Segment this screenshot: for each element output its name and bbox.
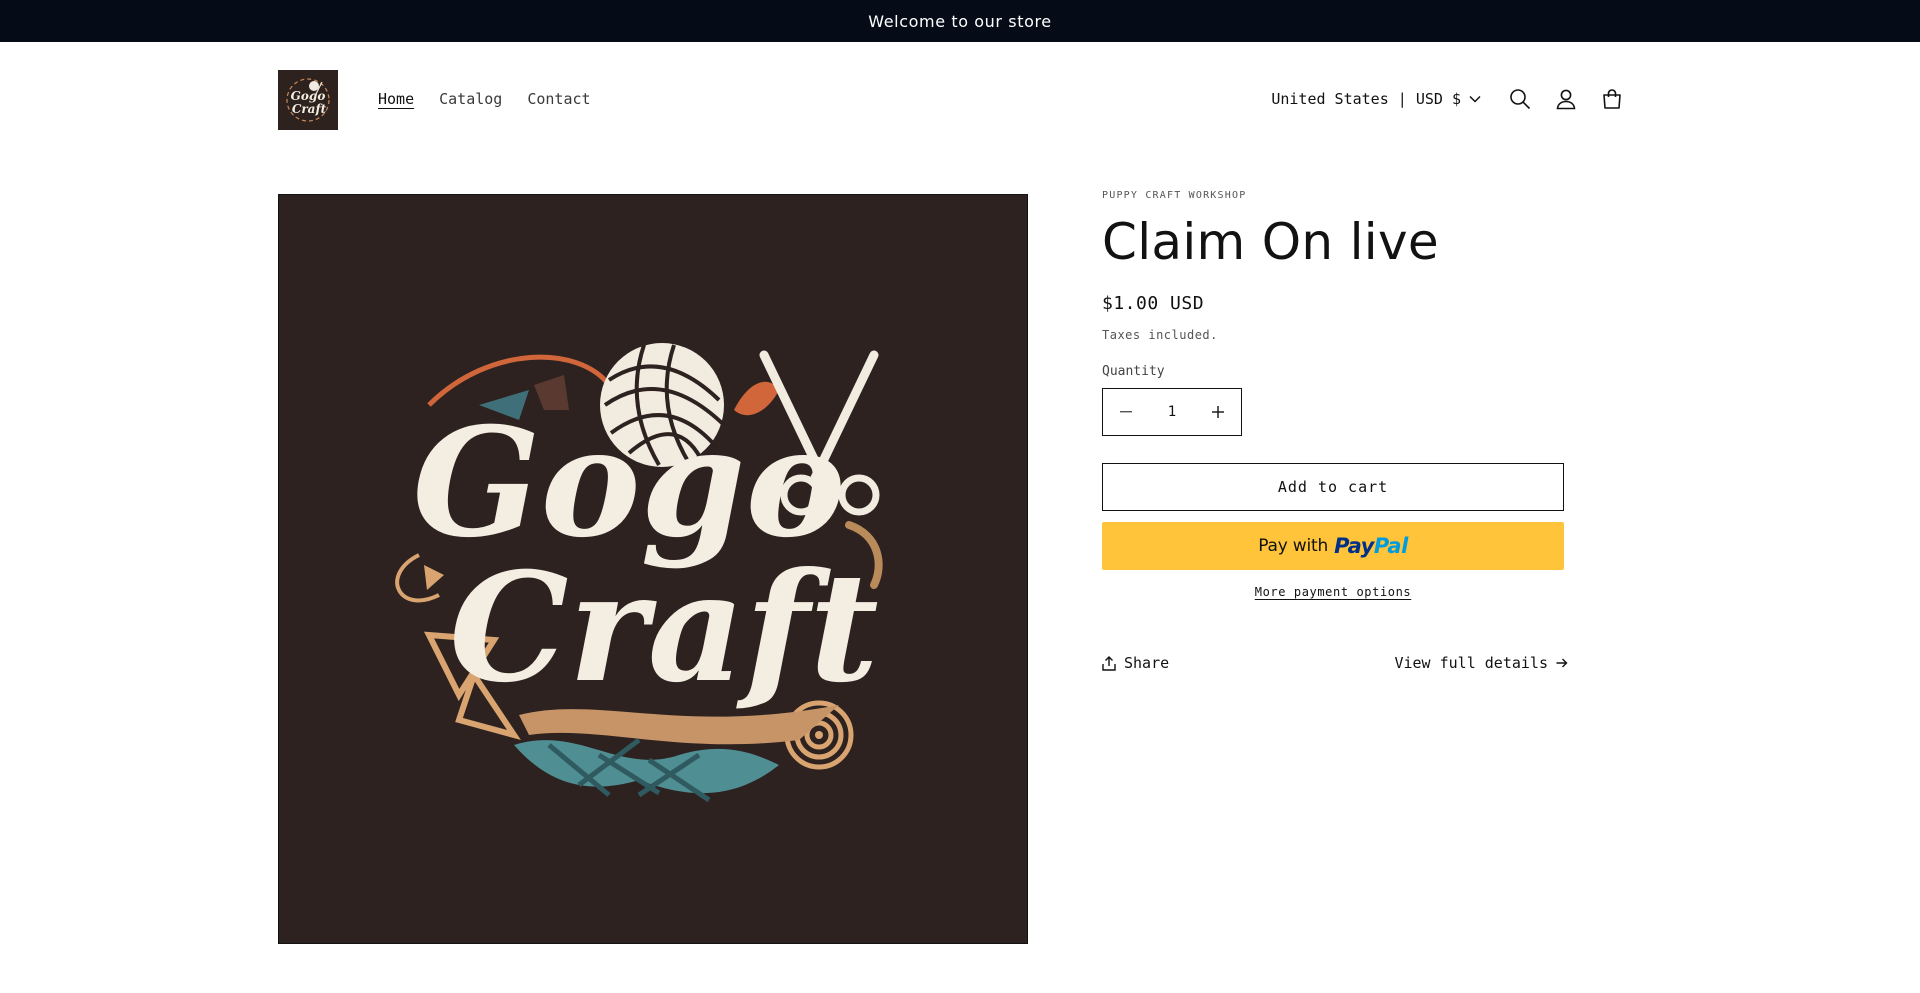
- share-label: Share: [1124, 654, 1170, 672]
- logo-graphic: Gogo Craft: [286, 78, 330, 122]
- main-nav: Home Catalog Contact: [378, 90, 591, 108]
- quantity-label: Quantity: [1102, 364, 1165, 379]
- paypal-logo: PayPal: [1334, 534, 1408, 558]
- quantity-input[interactable]: [1150, 403, 1194, 421]
- paypal-logo-pal: Pal: [1373, 534, 1408, 558]
- product-image[interactable]: Gogo Craft: [278, 194, 1028, 944]
- add-to-cart-button[interactable]: Add to cart: [1102, 463, 1564, 511]
- add-to-cart-label: Add to cart: [1277, 478, 1389, 496]
- nav-home[interactable]: Home: [378, 90, 414, 108]
- cart-icon: [1603, 89, 1621, 109]
- site-header: Gogo Craft Home Catalog Contact United S…: [0, 42, 1920, 157]
- account-icon: [1556, 89, 1576, 110]
- paypal-button[interactable]: Pay with PayPal: [1102, 522, 1564, 570]
- announcement-text: Welcome to our store: [868, 11, 1052, 31]
- store-logo[interactable]: Gogo Craft: [278, 70, 338, 130]
- product-title: Claim On live: [1102, 213, 1439, 271]
- logo-text-top: Gogo: [291, 89, 326, 103]
- product-info: PUPPY CRAFT WORKSHOP Claim On live $1.00…: [1102, 190, 1568, 672]
- nav-catalog[interactable]: Catalog: [439, 90, 502, 108]
- arrow-right-icon: [1556, 658, 1568, 668]
- search-icon: [1510, 89, 1531, 110]
- country-selector[interactable]: United States | USD $: [1271, 90, 1481, 108]
- product-actions-row: Share View full details: [1102, 654, 1568, 672]
- nav-contact[interactable]: Contact: [527, 90, 590, 108]
- view-full-details-label: View full details: [1394, 654, 1548, 672]
- share-icon: [1102, 655, 1116, 671]
- share-button[interactable]: Share: [1102, 654, 1169, 672]
- header-actions: United States | USD $: [1271, 76, 1635, 122]
- quantity-stepper: [1102, 388, 1242, 436]
- plus-icon: [1212, 406, 1224, 418]
- view-full-details-link[interactable]: View full details: [1394, 654, 1568, 672]
- tax-note: Taxes included.: [1102, 328, 1218, 342]
- gogo-craft-logo-image: Gogo Craft: [279, 195, 1027, 943]
- logo-text-bottom: Craft: [292, 102, 327, 116]
- more-payment-options-link[interactable]: More payment options: [1102, 585, 1564, 599]
- country-selector-label: United States | USD $: [1271, 90, 1461, 108]
- announcement-bar: Welcome to our store: [0, 0, 1920, 42]
- minus-icon: [1120, 411, 1132, 413]
- quantity-decrease-button[interactable]: [1103, 389, 1149, 435]
- search-button[interactable]: [1497, 76, 1543, 122]
- product-price: $1.00 USD: [1102, 293, 1205, 314]
- cart-button[interactable]: [1589, 76, 1635, 122]
- quantity-increase-button[interactable]: [1195, 389, 1241, 435]
- image-text-craft: Craft: [449, 540, 878, 716]
- account-button[interactable]: [1543, 76, 1589, 122]
- chevron-down-icon: [1469, 95, 1481, 103]
- paypal-logo-pay: Pay: [1334, 534, 1374, 558]
- paypal-prefix: Pay with: [1258, 536, 1329, 556]
- product-vendor: PUPPY CRAFT WORKSHOP: [1102, 190, 1247, 201]
